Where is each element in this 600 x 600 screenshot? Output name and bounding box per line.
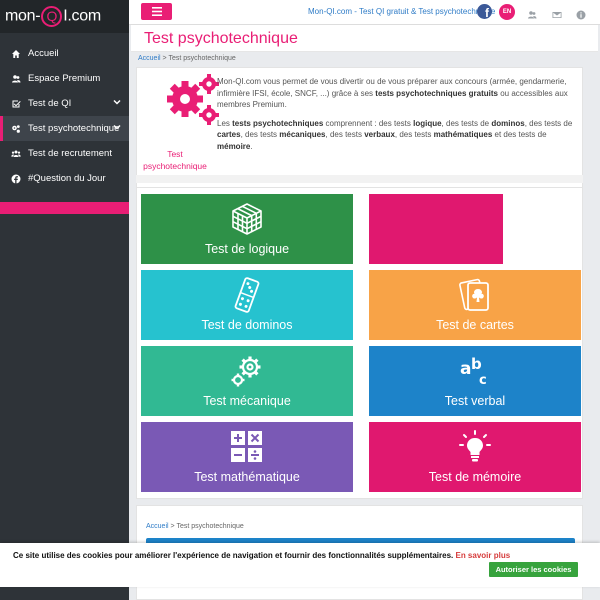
cookie-banner: Ce site utilise des cookies pour amélior… bbox=[0, 543, 600, 587]
svg-text:c: c bbox=[479, 373, 487, 388]
cookie-message: Ce site utilise des cookies pour amélior… bbox=[13, 551, 511, 560]
logo-suffix: I.com bbox=[63, 7, 101, 25]
facebook-icon[interactable]: f bbox=[477, 4, 492, 19]
top-bar: Mon-QI.com - Test QI gratuit & Test psyc… bbox=[129, 0, 600, 25]
cookie-learn-more-link[interactable]: En savoir plus bbox=[455, 551, 510, 560]
sidebar-accent-bar bbox=[0, 202, 129, 214]
cube-icon bbox=[227, 200, 267, 238]
hamburger-icon bbox=[151, 3, 162, 21]
sidebar-item-label: #Question du Jour bbox=[28, 173, 106, 184]
gears-icon bbox=[10, 123, 22, 135]
tile-label: Test de cartes bbox=[436, 318, 514, 332]
breadcrumb-home-link[interactable]: Accueil bbox=[146, 523, 169, 530]
gears-icon bbox=[163, 73, 223, 128]
tile-test-mathematique[interactable]: Test mathématique bbox=[141, 422, 353, 492]
intro-paragraph-1: Mon-QI.com vous permet de vous divertir … bbox=[217, 77, 568, 109]
sidebar-item-label: Test de recrutement bbox=[28, 148, 112, 159]
tile-label: Test de logique bbox=[204, 242, 290, 256]
sidebar-item-accueil[interactable]: Accueil bbox=[0, 41, 129, 66]
logo-prefix: mon- bbox=[5, 7, 41, 25]
tile-test-logique[interactable]: Test de logique bbox=[141, 194, 353, 264]
domino-icon bbox=[227, 276, 267, 314]
intro-paragraph-2: Les tests psychotechniques comprennent :… bbox=[217, 118, 573, 151]
tile-test-verbal[interactable]: abc Test verbal bbox=[369, 346, 581, 416]
svg-text:a: a bbox=[460, 359, 471, 379]
language-en-button[interactable]: EN bbox=[499, 4, 515, 20]
tile-test-memoire[interactable]: Test de mémoire bbox=[369, 422, 581, 492]
svg-text:b: b bbox=[471, 355, 482, 373]
users-icon[interactable] bbox=[527, 7, 537, 19]
site-tagline-link[interactable]: Mon-QI.com - Test QI gratuit & Test psyc… bbox=[308, 7, 495, 16]
accept-cookies-button[interactable]: Autoriser les cookies bbox=[489, 562, 578, 577]
tile-label: Test mécanique bbox=[203, 394, 291, 408]
sidebar-item-recrutement[interactable]: Test de recrutement bbox=[0, 141, 129, 166]
sidebar: mon- Q I.com Accueil Espace Premium Test d… bbox=[0, 0, 129, 600]
breadcrumb-home-link[interactable]: Accueil bbox=[138, 55, 161, 62]
sidebar-item-label: Test de QI bbox=[28, 98, 72, 109]
tile-label: Test de dominos bbox=[201, 318, 293, 332]
sidebar-item-premium[interactable]: Espace Premium bbox=[0, 66, 129, 91]
tile-label: Test de mémoire bbox=[428, 470, 522, 484]
logo-q-circle: Q bbox=[41, 6, 63, 27]
tile-test-dominos[interactable]: Test de dominos bbox=[141, 270, 353, 340]
intro-text: Mon-QI.com vous permet de vous divertir … bbox=[217, 76, 579, 152]
site-logo[interactable]: mon- Q I.com bbox=[0, 0, 129, 33]
breadcrumb: Accueil > Test psychotechnique bbox=[138, 55, 236, 62]
tile-test-cartes[interactable]: Test de cartes bbox=[369, 270, 581, 340]
breadcrumb-current: Test psychotechnique bbox=[168, 55, 236, 62]
sidebar-item-label: Espace Premium bbox=[28, 73, 101, 84]
menu-toggle-button[interactable] bbox=[141, 3, 172, 20]
tile-label: Test verbal bbox=[444, 394, 506, 408]
lightbulb-icon bbox=[455, 428, 495, 466]
checkbox-icon bbox=[10, 98, 22, 110]
tile-blank[interactable] bbox=[369, 194, 503, 264]
gears-icon bbox=[227, 352, 267, 390]
users-icon bbox=[10, 73, 22, 85]
cards-icon bbox=[455, 276, 495, 314]
mail-icon[interactable] bbox=[552, 7, 562, 18]
sidebar-item-label: Accueil bbox=[28, 48, 59, 59]
tile-test-mecanique[interactable]: Test mécanique bbox=[141, 346, 353, 416]
sidebar-item-test-qi[interactable]: Test de QI bbox=[0, 91, 129, 116]
home-icon bbox=[10, 48, 22, 60]
breadcrumb: Accueil > Test psychotechnique bbox=[146, 523, 244, 530]
abc-icon: abc bbox=[455, 352, 495, 390]
separator bbox=[136, 175, 583, 183]
info-icon[interactable] bbox=[576, 7, 586, 20]
group-icon bbox=[10, 148, 22, 160]
breadcrumb-current: Test psychotechnique bbox=[176, 523, 244, 530]
intro-label: Test psychotechnique bbox=[143, 149, 207, 171]
main-content: Test psychotechnique Accueil > Test psyc… bbox=[129, 25, 600, 600]
page-title: Test psychotechnique bbox=[144, 30, 298, 47]
calculator-icon bbox=[227, 428, 267, 466]
chevron-down-icon bbox=[113, 123, 121, 131]
sidebar-nav: Accueil Espace Premium Test de QI Test p… bbox=[0, 41, 129, 191]
facebook-icon bbox=[10, 173, 22, 185]
chevron-down-icon bbox=[113, 98, 121, 106]
title-bar: Test psychotechnique bbox=[131, 25, 598, 52]
sidebar-item-question-du-jour[interactable]: #Question du Jour bbox=[0, 166, 129, 191]
sidebar-item-test-psychotechnique[interactable]: Test psychotechnique bbox=[0, 116, 129, 141]
sidebar-item-label: Test psychotechnique bbox=[28, 123, 120, 134]
test-tiles: Test de logique Test de dominos Test de … bbox=[136, 187, 583, 499]
tile-label: Test mathématique bbox=[194, 470, 300, 484]
